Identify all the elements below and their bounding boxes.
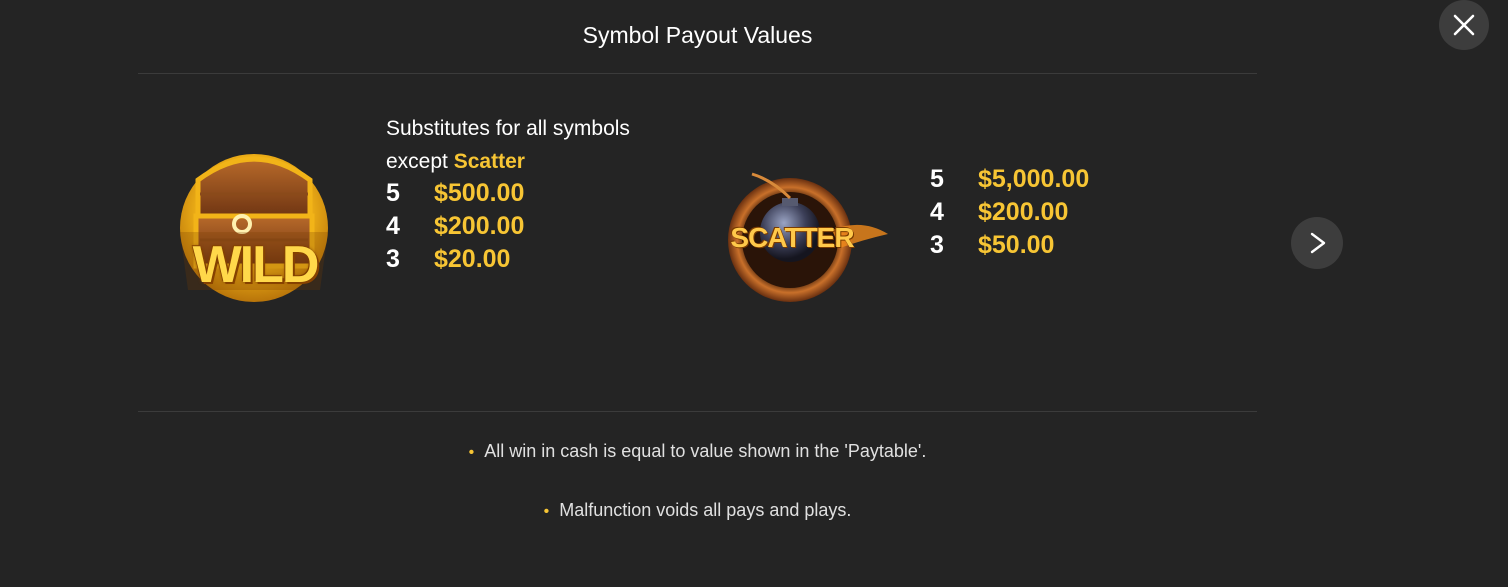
wild-description: Substitutes for all symbols except Scatt… (386, 112, 630, 178)
bottom-divider (138, 411, 1257, 412)
payout-row: 5 $5,000.00 (930, 163, 1089, 196)
wild-description-prefix: except (386, 150, 448, 173)
paytable-page: Symbol Payout Values WILD Substitutes fo… (0, 0, 1508, 587)
payout-amount: $200.00 (978, 198, 1069, 226)
bullet-icon: • (543, 503, 550, 520)
note-text: Malfunction voids all pays and plays. (559, 500, 852, 520)
next-page-button[interactable] (1291, 217, 1343, 269)
payout-amount: $20.00 (434, 245, 511, 273)
payout-count: 4 (386, 212, 400, 240)
payout-count: 3 (386, 245, 400, 273)
payout-amount: $5,000.00 (978, 165, 1090, 193)
wild-logo-text: WILD (192, 236, 320, 294)
payout-amount: $500.00 (434, 179, 525, 207)
payout-count: 3 (930, 231, 944, 259)
payout-count: 4 (930, 198, 944, 226)
payout-amount: $200.00 (434, 212, 525, 240)
note-item: • Malfunction voids all pays and plays. (0, 497, 1395, 556)
payout-row: 4 $200.00 (930, 196, 1089, 229)
payout-row: 3 $20.00 (386, 243, 524, 276)
payout-row: 3 $50.00 (930, 229, 1089, 262)
close-icon (1453, 14, 1475, 36)
note-text: All win in cash is equal to value shown … (484, 441, 927, 461)
chevron-right-icon (1310, 232, 1326, 254)
close-button[interactable] (1439, 0, 1489, 50)
scatter-highlight: Scatter (453, 150, 525, 173)
payout-row: 5 $500.00 (386, 177, 524, 210)
top-divider (138, 73, 1257, 74)
payout-amount: $50.00 (978, 231, 1055, 259)
scatter-logo-text: SCATTER (730, 222, 854, 253)
wild-description-line2: except Scatter (386, 145, 630, 178)
payout-count: 5 (386, 179, 400, 207)
rules-notes: • All win in cash is equal to value shown… (0, 438, 1395, 556)
bullet-icon: • (468, 444, 475, 461)
wild-payout-table: 5 $500.00 4 $200.00 3 $20.00 (386, 177, 524, 276)
scatter-payout-table: 5 $5,000.00 4 $200.00 3 $50.00 (930, 163, 1089, 262)
payout-row: 4 $200.00 (386, 210, 524, 243)
page-title: Symbol Payout Values (582, 22, 813, 48)
payout-count: 5 (930, 165, 944, 193)
wild-description-line1: Substitutes for all symbols (386, 117, 630, 140)
note-item: • All win in cash is equal to value shown… (0, 438, 1395, 497)
